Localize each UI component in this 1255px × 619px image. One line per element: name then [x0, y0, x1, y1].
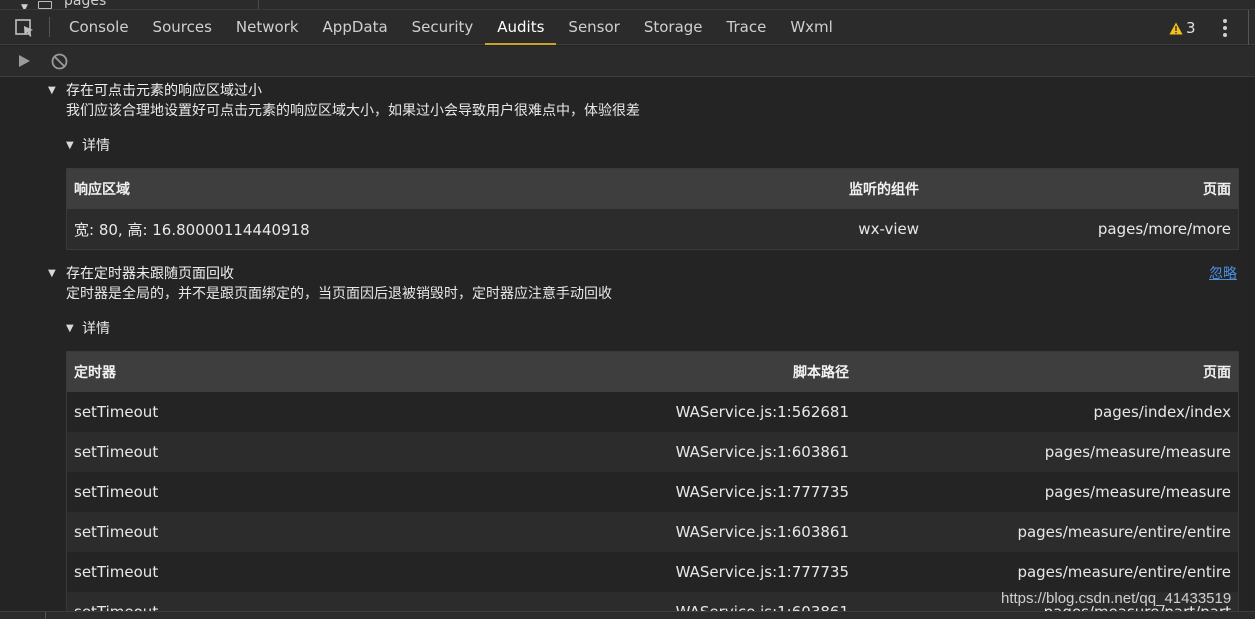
tab-security[interactable]: Security — [400, 10, 486, 45]
tab-appdata[interactable]: AppData — [311, 10, 400, 45]
details-toggle[interactable]: ▼ 详情 — [66, 135, 110, 155]
folder-label[interactable]: pages — [64, 0, 106, 9]
table-cell: pages/more/more — [1097, 220, 1231, 238]
tab-sensor[interactable]: Sensor — [556, 10, 631, 45]
column-header: 页面 — [1203, 182, 1231, 198]
table-row[interactable]: 宽: 80, 高: 16.80000114440918 wx-view page… — [67, 209, 1238, 249]
table-cell: WAService.js:1:562681 — [675, 403, 849, 421]
table-cell: setTimeout — [74, 523, 159, 541]
audit-title: 存在可点击元素的响应区域过小 — [66, 83, 262, 99]
tab-network[interactable]: Network — [224, 10, 311, 45]
expand-caret-icon[interactable]: ▼ — [48, 85, 66, 96]
table-header: 响应区域 监听的组件 页面 — [67, 169, 1238, 209]
table-cell: pages/measure/entire/entire — [1017, 523, 1231, 541]
tab-trace[interactable]: Trace — [715, 10, 779, 45]
column-header: 脚本路径 — [793, 365, 849, 381]
tab-console[interactable]: Console — [57, 10, 141, 45]
clear-icon[interactable] — [51, 53, 68, 70]
table-row[interactable]: setTimeout WAService.js:1:603861 pages/m… — [67, 432, 1238, 472]
table-cell: WAService.js:1:603861 — [675, 443, 849, 461]
toolbar-separator-right — [1248, 10, 1249, 45]
warning-triangle-icon — [1169, 22, 1183, 34]
expand-caret-icon: ▼ — [66, 322, 74, 334]
ignore-link[interactable]: 忽略 — [1209, 263, 1237, 283]
watermark-text: https://blog.csdn.net/qq_41433519 — [1001, 590, 1232, 607]
toolbar-separator — [49, 17, 50, 37]
table-row[interactable]: setTimeout WAService.js:1:777735 pages/m… — [67, 552, 1238, 592]
details-toggle[interactable]: ▼ 详情 — [66, 318, 110, 338]
table-row[interactable]: setTimeout WAService.js:1:777735 pages/m… — [67, 472, 1238, 512]
inspect-element-icon[interactable] — [14, 18, 36, 38]
table-header: 定时器 脚本路径 页面 — [67, 352, 1238, 392]
column-header: 监听的组件 — [849, 182, 919, 198]
table-cell: setTimeout — [74, 403, 159, 421]
audits-toolbar — [0, 46, 1255, 77]
folder-icon — [38, 1, 52, 9]
drawer-separator — [45, 612, 46, 619]
table-cell: wx-view — [858, 220, 919, 238]
file-tree-strip: ▼ pages — [0, 0, 1255, 10]
tab-wxml[interactable]: Wxml — [778, 10, 845, 45]
tab-sources[interactable]: Sources — [141, 10, 224, 45]
table-cell: WAService.js:1:777735 — [675, 563, 849, 581]
devtools-tab-bar: Console Sources Network AppData Security… — [0, 10, 1255, 45]
column-header: 页面 — [1203, 365, 1231, 381]
drawer-bar — [0, 611, 1255, 619]
table-cell: WAService.js:1:603861 — [675, 523, 849, 541]
table-cell: setTimeout — [74, 483, 159, 501]
more-options-icon[interactable] — [1215, 16, 1235, 40]
panel-divider — [258, 0, 259, 9]
table-cell: pages/measure/measure — [1044, 483, 1231, 501]
table-cell: 宽: 80, 高: 16.80000114440918 — [74, 220, 310, 239]
column-header: 定时器 — [74, 365, 116, 381]
table-cell: WAService.js:1:603861 — [567, 603, 856, 611]
table-cell: setTimeout — [67, 603, 567, 611]
audit-description: 我们应该合理地设置好可点击元素的响应区域大小，如果过小会导致用户很难点中，体验很… — [66, 103, 640, 119]
table-cell: pages/index/index — [1093, 403, 1231, 421]
expand-caret-icon[interactable]: ▼ — [48, 268, 66, 279]
audit-heading-small-touch-area[interactable]: ▼ 存在可点击元素的响应区域过小 — [48, 80, 262, 100]
table-cell: pages/measure/entire/entire — [1017, 563, 1231, 581]
column-header: 响应区域 — [74, 182, 130, 198]
audit-title: 存在定时器未跟随页面回收 — [66, 266, 234, 282]
table-cell: WAService.js:1:777735 — [675, 483, 849, 501]
warning-count: 3 — [1186, 19, 1196, 37]
run-audits-icon[interactable] — [17, 54, 31, 68]
warnings-counter[interactable]: 3 — [1169, 18, 1196, 38]
panel-tabs: Console Sources Network AppData Security… — [57, 10, 845, 45]
expand-caret-icon: ▼ — [66, 139, 74, 151]
table-cell: setTimeout — [74, 443, 159, 461]
touch-area-table: 响应区域 监听的组件 页面 宽: 80, 高: 16.8000011444091… — [66, 168, 1239, 250]
timers-table: 定时器 脚本路径 页面 setTimeout WAService.js:1:56… — [66, 351, 1239, 611]
audit-heading-timer-not-recycled[interactable]: ▼ 存在定时器未跟随页面回收 — [48, 263, 234, 283]
audits-results: ▼ 存在可点击元素的响应区域过小 我们应该合理地设置好可点击元素的响应区域大小，… — [0, 78, 1255, 611]
expand-caret-icon[interactable]: ▼ — [21, 3, 28, 9]
audit-description: 定时器是全局的，并不是跟页面绑定的，当页面因后退被销毁时，定时器应注意手动回收 — [66, 286, 612, 302]
table-cell: pages/measure/measure — [1044, 443, 1231, 461]
table-cell: setTimeout — [74, 563, 159, 581]
tab-audits[interactable]: Audits — [485, 10, 557, 45]
tab-storage[interactable]: Storage — [632, 10, 715, 45]
table-row[interactable]: setTimeout WAService.js:1:603861 pages/m… — [67, 512, 1238, 552]
table-row[interactable]: setTimeout WAService.js:1:562681 pages/i… — [67, 392, 1238, 432]
details-label: 详情 — [82, 321, 110, 337]
details-label: 详情 — [82, 138, 110, 154]
